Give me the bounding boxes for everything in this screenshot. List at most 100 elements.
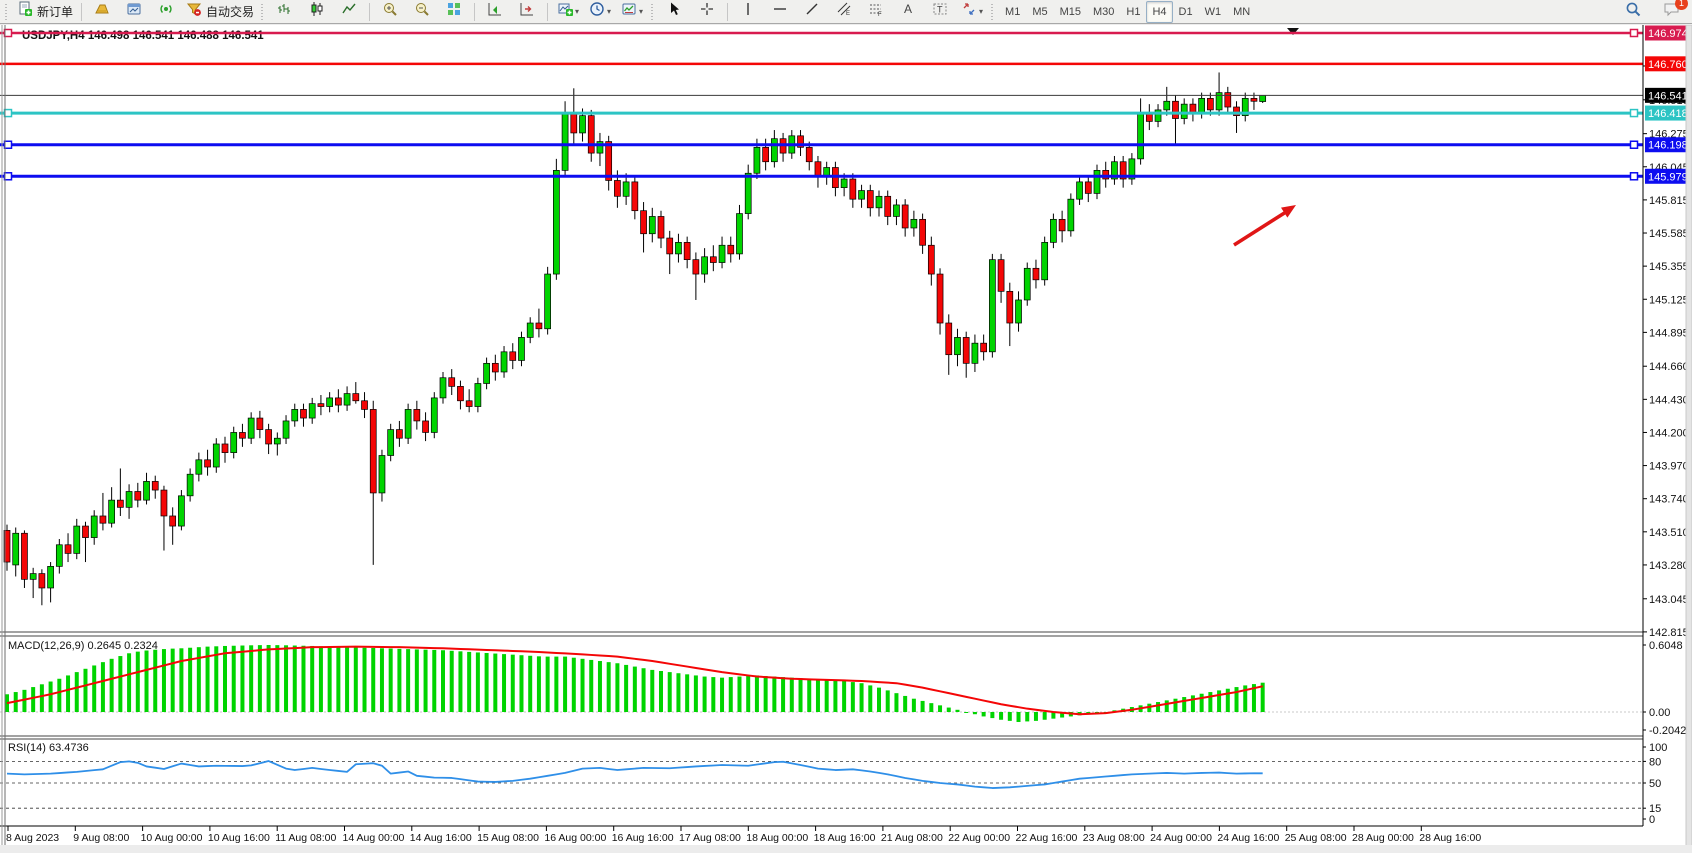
candle [1138,113,1144,159]
candle [719,245,725,262]
toolbar-grip[interactable] [5,4,10,20]
timeframe-D1[interactable]: D1 [1173,1,1199,23]
candle [440,378,446,398]
candle [902,205,908,228]
zoom-in-button[interactable] [374,0,406,23]
candle [632,182,638,211]
line-handle[interactable] [5,173,12,180]
candle [553,170,559,274]
signals-button[interactable] [150,0,182,23]
candle [998,260,1004,292]
candle [954,337,960,354]
auto-trading-icon [186,1,202,22]
timeframe-W1[interactable]: W1 [1199,1,1228,23]
candle [501,352,507,372]
chart-window-button[interactable] [118,0,150,23]
fibonacci-button[interactable]: F [860,0,892,23]
candle [144,481,150,500]
auto-trading-button[interactable]: 自动交易 [182,0,258,23]
toolbar-grip[interactable] [991,4,996,20]
cursor-icon [667,1,683,22]
time-label: 15 Aug 08:00 [477,832,539,844]
svg-text:F: F [878,12,882,17]
trendline-button[interactable] [796,0,828,23]
price-line-label-text: 146.418 [1648,108,1688,120]
candle [510,352,516,361]
periods-button[interactable]: ▾ [584,0,616,23]
tile-windows-button[interactable] [438,0,470,23]
timeframe-M5[interactable]: M5 [1026,1,1053,23]
toolbar-grip[interactable] [261,4,266,20]
timeframe-M15[interactable]: M15 [1054,1,1087,23]
separator [547,3,548,21]
line-chart-type-button[interactable] [333,0,365,23]
toolbar-grip[interactable] [651,4,656,20]
candle [327,398,333,407]
line-handle[interactable] [1631,30,1638,37]
chart-area[interactable]: USDJPY,H4 146.498 146.541 146.488 146.54… [0,25,1692,853]
line-handle[interactable] [1631,173,1638,180]
timeframe-M1[interactable]: M1 [999,1,1026,23]
candle [763,147,769,161]
timeframe-H1[interactable]: H1 [1120,1,1146,23]
zoom-in-icon [382,1,398,22]
market-watch-button[interactable] [86,0,118,23]
candle [423,421,429,433]
candle [946,323,952,355]
search-button[interactable] [1617,0,1649,23]
line-handle[interactable] [5,110,12,117]
price-tick-label: 144.200 [1649,427,1689,439]
timeframe-MN[interactable]: MN [1227,1,1256,23]
candle [649,216,655,233]
vertical-line-button[interactable] [732,0,764,23]
timeframe-H4[interactable]: H4 [1146,1,1172,23]
candle [170,516,176,526]
auto-trading-label: 自动交易 [206,3,254,20]
scrollbar[interactable] [1686,25,1692,853]
indicators-button[interactable]: ▾ [552,0,584,23]
time-label: 22 Aug 16:00 [1016,832,1078,844]
candle [135,491,141,500]
line-handle[interactable] [1631,110,1638,117]
timeframe-M30[interactable]: M30 [1087,1,1120,23]
candle [675,242,681,254]
indicators-icon [557,1,573,22]
candle [205,460,211,467]
line-handle[interactable] [5,141,12,148]
candle [1050,219,1056,242]
candle [161,490,167,516]
svg-text:A: A [904,2,912,16]
zoom-out-button[interactable] [406,0,438,23]
arrows-button[interactable]: ▾ [956,0,988,23]
horizontal-line-button[interactable] [764,0,796,23]
equidistant-channel-button[interactable]: E [828,0,860,23]
chart-canvas[interactable]: USDJPY,H4 146.498 146.541 146.488 146.54… [0,25,1692,853]
templates-button[interactable]: ▾ [616,0,648,23]
candlestick-chart-type-button[interactable] [301,0,333,23]
candle [641,211,647,234]
price-line-label-text: 145.979 [1648,171,1688,183]
notifications-button[interactable]: 1 [1663,1,1682,23]
text-label-button[interactable]: T [924,0,956,23]
candle [370,409,376,493]
cursor-button[interactable] [659,0,691,23]
new-order-button[interactable]: 新订单 [13,0,77,23]
candle [56,545,62,567]
crosshair-button[interactable] [691,0,723,23]
chart-shift-button[interactable] [511,0,543,23]
auto-scroll-button[interactable] [479,0,511,23]
time-label: 14 Aug 00:00 [343,832,405,844]
line-handle[interactable] [5,30,12,37]
candle [1094,170,1100,193]
candle [300,409,306,418]
bar-chart-type-button[interactable] [269,0,301,23]
candle [283,421,289,438]
candle [231,432,237,452]
candle [353,394,359,401]
candle [867,191,873,208]
price-tick-label: 145.125 [1649,294,1689,306]
line-handle[interactable] [1631,141,1638,148]
text-button[interactable]: A [892,0,924,23]
price-tick-label: 143.740 [1649,494,1689,506]
candle [126,491,132,507]
